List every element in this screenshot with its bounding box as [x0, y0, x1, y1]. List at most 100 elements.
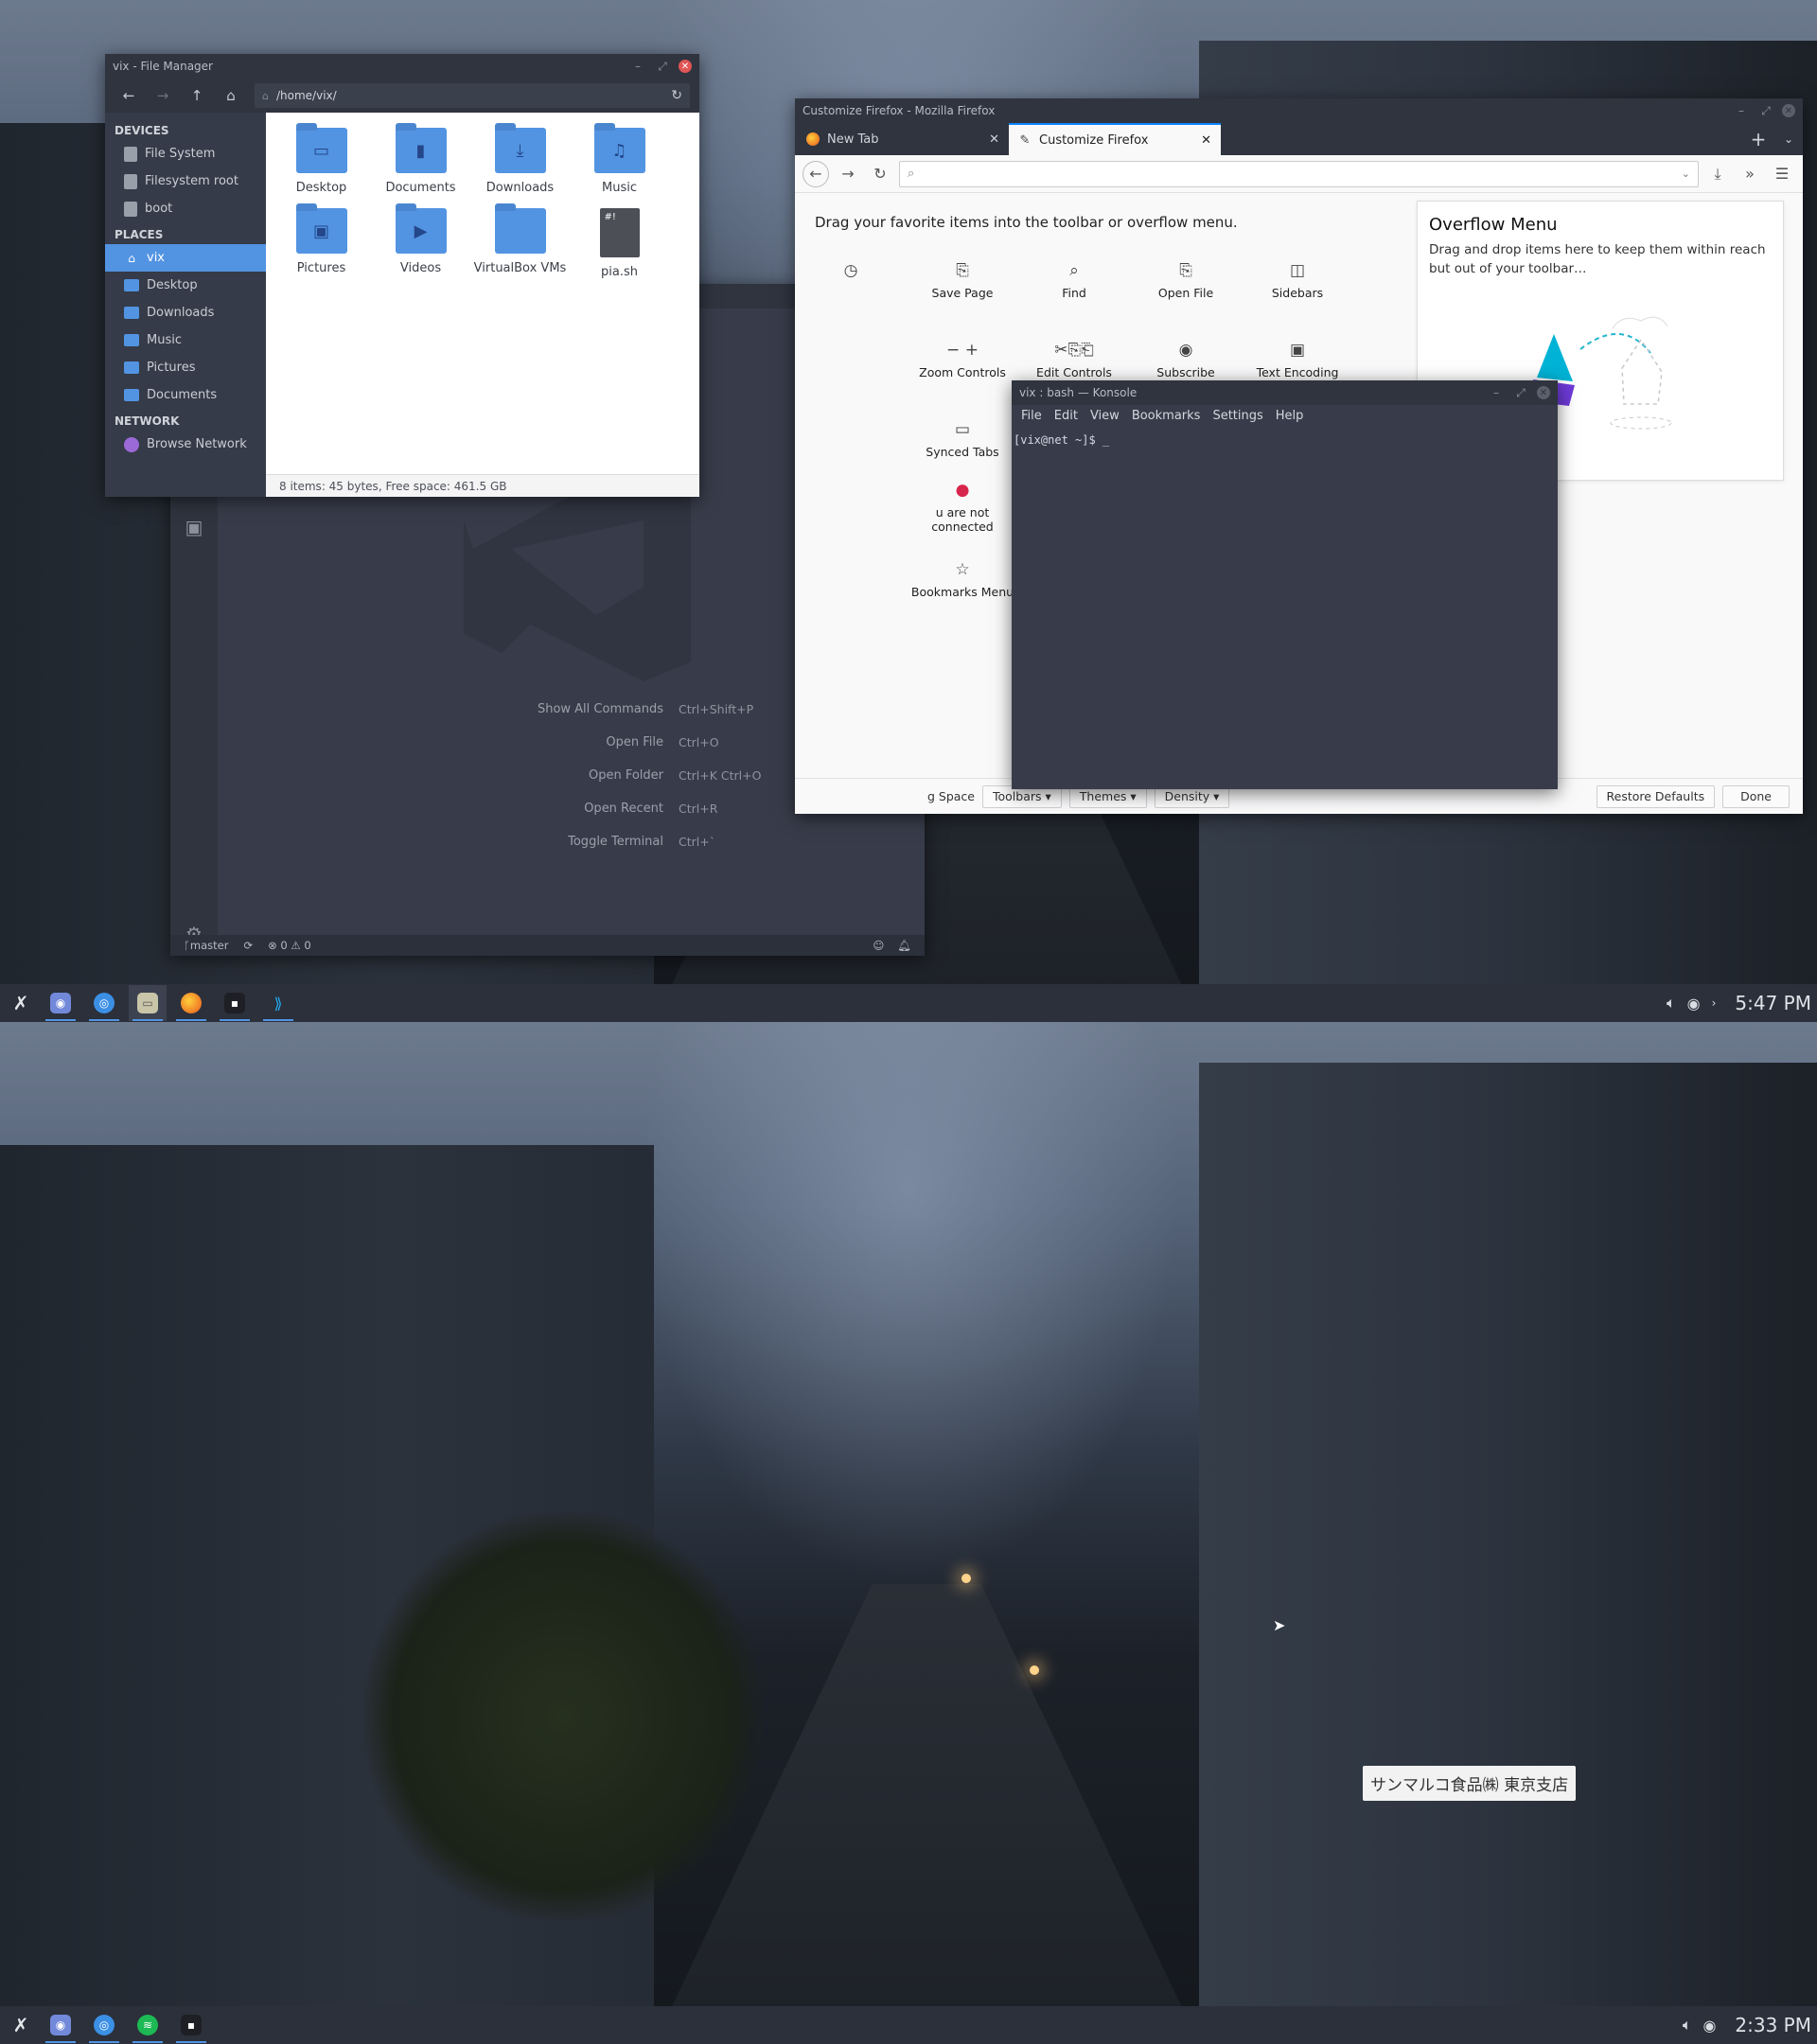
close-button[interactable]: ✕: [679, 60, 692, 73]
close-tab-icon[interactable]: ✕: [1201, 133, 1211, 148]
clock[interactable]: 5:47 PM: [1735, 992, 1811, 1014]
back-arrow-icon[interactable]: ←: [803, 160, 829, 187]
shortcut-row[interactable]: Open Recent Ctrl+R: [395, 792, 811, 825]
feedback-smiley-icon[interactable]: ☺: [873, 939, 884, 952]
file-item[interactable]: ⤓ Downloads: [470, 123, 570, 195]
menu-bookmarks[interactable]: Bookmarks: [1132, 409, 1201, 423]
palette-item-sidebars[interactable]: ◫ Sidebars: [1242, 259, 1353, 300]
tray-expand-chevron-icon[interactable]: ›: [1712, 996, 1717, 1010]
taskbar-spotify[interactable]: ≋: [129, 2007, 167, 2043]
back-arrow-icon[interactable]: ←: [115, 82, 143, 109]
close-button[interactable]: ✕: [1782, 104, 1795, 117]
sidebar-item-documents[interactable]: Documents: [105, 381, 266, 409]
palette-item-open-file[interactable]: ⎘ Open File: [1130, 259, 1242, 300]
volume-icon[interactable]: 🔈︎: [1683, 2016, 1692, 2035]
overflow-chevron-icon[interactable]: »: [1737, 161, 1763, 187]
discord-tray-icon[interactable]: ◉: [1687, 995, 1701, 1013]
sidebar-item-music[interactable]: Music: [105, 326, 266, 354]
taskbar-chromium[interactable]: ◎: [85, 985, 123, 1021]
sidebar-item-downloads[interactable]: Downloads: [105, 299, 266, 326]
sidebar-item-desktop[interactable]: Desktop: [105, 272, 266, 299]
close-tab-icon[interactable]: ✕: [989, 132, 999, 147]
tab-customize-firefox[interactable]: ✎ Customize Firefox ✕: [1009, 123, 1221, 155]
file-item[interactable]: #! pia.sh: [570, 208, 669, 279]
terminal-area[interactable]: [vix@net ~]$ _: [1012, 426, 1558, 789]
url-dropdown-icon[interactable]: ⌄: [1682, 167, 1690, 180]
file-item[interactable]: ♫ Music: [570, 123, 669, 195]
file-item[interactable]: ▶ Videos: [371, 203, 470, 279]
sidebar-item-pictures[interactable]: Pictures: [105, 354, 266, 381]
palette-item-text-encoding[interactable]: ▣ Text Encoding: [1242, 339, 1353, 379]
palette-item-find[interactable]: ⌕ Find: [1018, 259, 1130, 300]
hamburger-menu-icon[interactable]: ☰: [1769, 161, 1795, 187]
menu-view[interactable]: View: [1090, 409, 1120, 423]
sidebar-item-filesystem-root[interactable]: Filesystem root: [105, 167, 266, 195]
palette-item-save-page[interactable]: ⎘ Save Page: [907, 259, 1018, 300]
git-branch[interactable]: ᚴmaster: [184, 939, 228, 952]
maximize-button[interactable]: ⤢: [652, 58, 673, 75]
done-button[interactable]: Done: [1722, 784, 1790, 808]
palette-item-not-connected[interactable]: ● u are not connected: [907, 479, 1018, 534]
shortcut-row[interactable]: Open Folder Ctrl+K Ctrl+O: [395, 759, 811, 792]
file-item[interactable]: ▭ Desktop: [272, 123, 371, 195]
menu-help[interactable]: Help: [1276, 409, 1304, 423]
taskbar-discord[interactable]: ◉: [42, 2007, 79, 2043]
taskbar-vscode[interactable]: ⟫: [259, 985, 297, 1021]
menu-edit[interactable]: Edit: [1054, 409, 1078, 423]
forward-arrow-icon[interactable]: →: [149, 82, 177, 109]
palette-label: Bookmarks Menu: [910, 585, 1014, 599]
minimize-button[interactable]: –: [1731, 102, 1752, 119]
tab-list-chevron-icon[interactable]: ⌄: [1774, 123, 1803, 155]
sidebar-item-vix[interactable]: ⌂ vix: [105, 244, 266, 272]
maximize-button[interactable]: ⤢: [1755, 102, 1776, 119]
sidebar-item-browse-network[interactable]: Browse Network: [105, 431, 266, 458]
shortcut-row[interactable]: Show All Commands Ctrl+Shift+P: [395, 693, 811, 726]
taskbar-discord[interactable]: ◉: [42, 985, 79, 1021]
wallpaper-sky: [636, 1022, 1181, 1584]
palette-item-zoom-controls[interactable]: − + Zoom Controls: [907, 339, 1018, 379]
menu-file[interactable]: File: [1021, 409, 1042, 423]
file-item[interactable]: VirtualBox VMs: [470, 203, 570, 279]
palette-item-bookmarks-menu[interactable]: ☆ Bookmarks Menu: [907, 558, 1018, 599]
minimize-button[interactable]: –: [1486, 384, 1507, 401]
file-item[interactable]: ▮ Documents: [371, 123, 470, 195]
menu-settings[interactable]: Settings: [1212, 409, 1262, 423]
download-icon[interactable]: ⤓: [1704, 161, 1731, 187]
new-tab-plus-icon[interactable]: +: [1742, 123, 1774, 155]
problems-indicator[interactable]: ⊗ 0 ⚠ 0: [268, 939, 311, 952]
clock[interactable]: 2:33 PM: [1735, 2014, 1811, 2036]
taskbar-konsole[interactable]: ▪: [216, 985, 254, 1021]
palette-item-subscribe[interactable]: ◉ Subscribe: [1130, 339, 1242, 379]
app-launcher-icon[interactable]: ✗: [6, 2010, 36, 2040]
taskbar-file-manager[interactable]: ▭: [129, 985, 167, 1021]
reload-icon[interactable]: ↻: [671, 88, 682, 103]
discord-tray-icon[interactable]: ◉: [1702, 2017, 1716, 2035]
taskbar-firefox[interactable]: [172, 985, 210, 1021]
maximize-button[interactable]: ⤢: [1510, 384, 1531, 401]
sidebar-item-boot[interactable]: boot: [105, 195, 266, 222]
shortcut-row[interactable]: Open File Ctrl+O: [395, 726, 811, 759]
sidebar-item-file-system[interactable]: File System: [105, 140, 266, 167]
restore-defaults-button[interactable]: Restore Defaults: [1596, 784, 1716, 808]
minimize-button[interactable]: –: [627, 58, 648, 75]
location-bar[interactable]: ⌂ /home/vix/ ↻: [255, 83, 690, 108]
tab-new-tab[interactable]: New Tab ✕: [797, 123, 1009, 155]
taskbar-konsole[interactable]: ▪: [172, 2007, 210, 2043]
shortcut-row[interactable]: Toggle Terminal Ctrl+`: [395, 825, 811, 858]
taskbar-chromium[interactable]: ◎: [85, 2007, 123, 2043]
app-launcher-icon[interactable]: ✗: [6, 988, 36, 1018]
volume-icon[interactable]: 🔈︎: [1667, 994, 1676, 1013]
reload-icon[interactable]: ↻: [867, 161, 893, 187]
sync-icon[interactable]: ⟳: [243, 939, 253, 952]
extensions-icon[interactable]: ▣: [184, 517, 204, 537]
file-item[interactable]: ▣ Pictures: [272, 203, 371, 279]
up-arrow-icon[interactable]: ↑: [183, 82, 211, 109]
bell-icon[interactable]: 🔔︎: [897, 939, 911, 952]
forward-arrow-icon[interactable]: →: [835, 161, 861, 187]
home-icon[interactable]: ⌂: [217, 82, 245, 109]
close-button[interactable]: ✕: [1537, 386, 1550, 399]
url-bar[interactable]: ⌕ ⌄: [899, 160, 1699, 187]
palette-item-history[interactable]: ◷: [795, 259, 907, 286]
palette-item-edit-controls[interactable]: ✂⎘⎗ Edit Controls: [1018, 339, 1130, 379]
palette-item-synced-tabs[interactable]: ▭ Synced Tabs: [907, 418, 1018, 459]
